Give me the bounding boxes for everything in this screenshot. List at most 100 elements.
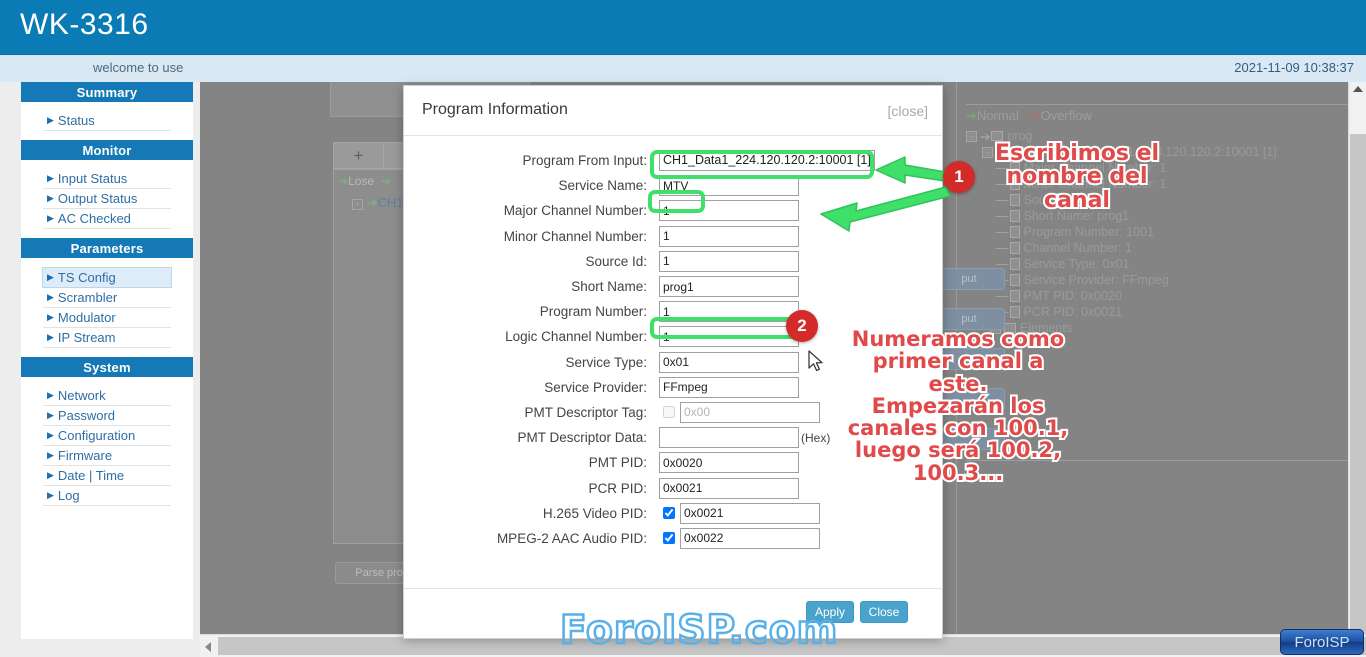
document-icon bbox=[1009, 242, 1020, 254]
sidebar-item-input-status[interactable]: ▶ Input Status bbox=[43, 169, 171, 189]
tree-item[interactable]: — Program Number: 1001 bbox=[996, 224, 1277, 240]
close-button[interactable]: Close bbox=[860, 601, 908, 623]
checkbox-pmt-descriptor-tag[interactable] bbox=[663, 406, 675, 419]
sidebar-item-ac-checked[interactable]: ▶ AC Checked bbox=[43, 209, 171, 229]
sidebar-item-label: AC Checked bbox=[57, 211, 131, 226]
sidebar-item-label: Date | Time bbox=[57, 468, 125, 483]
output-button-4[interactable] bbox=[933, 388, 1005, 410]
annotation-badge-2: 2 bbox=[786, 310, 818, 342]
document-icon bbox=[1009, 226, 1020, 238]
document-icon bbox=[1009, 306, 1020, 318]
form-row-logic-channel-number: Logic Channel Number: bbox=[404, 324, 942, 349]
output-program-tree: - ➔ prog -1: Service01 CH1_Data1_224.120.12… bbox=[966, 128, 1277, 336]
field-input-pcr-pid[interactable] bbox=[659, 477, 799, 499]
form-row-short-name: Short Name: bbox=[404, 274, 942, 299]
document-icon bbox=[1009, 178, 1020, 190]
field-input-h-265-video-pid[interactable] bbox=[680, 502, 820, 524]
sidebar-item-log[interactable]: ▶ Log bbox=[43, 486, 171, 506]
field-input-minor-channel-number[interactable] bbox=[659, 225, 799, 247]
form-row-minor-channel-number: Minor Channel Number: bbox=[404, 224, 942, 249]
tree-item[interactable]: — Source Id: 1 bbox=[996, 192, 1277, 208]
field-label-program-from-input: Program From Input: bbox=[522, 153, 647, 169]
tree-item[interactable]: — Short Name: prog1 bbox=[996, 208, 1277, 224]
scroll-up-arrow-icon[interactable] bbox=[1353, 86, 1363, 92]
document-icon bbox=[1009, 210, 1020, 222]
checkbox-h-265-video-pid[interactable] bbox=[663, 507, 675, 520]
output-button-5[interactable] bbox=[933, 428, 1005, 450]
form-row-pmt-pid: PMT PID: bbox=[404, 450, 942, 475]
tree-item[interactable]: — Major Channel Number: 1 bbox=[996, 160, 1277, 176]
tree-item[interactable]: — Minor Channel Number: 1 bbox=[996, 176, 1277, 192]
sidebar-item-label: IP Stream bbox=[57, 330, 116, 345]
vertical-scrollbar[interactable] bbox=[1348, 82, 1366, 634]
field-input-service-provider[interactable] bbox=[659, 376, 799, 398]
dialog-header: Program Information [close] bbox=[404, 86, 942, 136]
field-label-service-provider: Service Provider: bbox=[544, 379, 647, 395]
sidebar-section-system: System bbox=[21, 357, 193, 377]
form-row-major-channel-number: Major Channel Number: bbox=[404, 198, 942, 223]
sidebar-item-label: Modulator bbox=[57, 310, 116, 325]
expand-icon[interactable]: - bbox=[982, 146, 993, 158]
tree-item[interactable]: — Channel Number: 1 bbox=[996, 240, 1277, 256]
sidebar-item-password[interactable]: ▶ Password bbox=[43, 406, 171, 426]
checkbox-mpeg-2-aac-audio-pid[interactable] bbox=[663, 532, 675, 545]
field-input-major-channel-number[interactable] bbox=[659, 200, 799, 222]
tree-item[interactable]: —PCR PID: 0x0021 bbox=[996, 304, 1277, 320]
chevron-right-icon: ▶ bbox=[47, 332, 54, 342]
datetime-text: 2021-11-09 10:38:37 bbox=[1234, 60, 1354, 75]
field-input-pmt-pid[interactable] bbox=[659, 452, 799, 474]
chevron-right-icon: ▶ bbox=[47, 430, 54, 440]
add-program-icon[interactable]: + bbox=[334, 143, 384, 168]
sidebar-item-ip-stream[interactable]: ▶ IP Stream bbox=[43, 328, 171, 348]
sidebar-item-scrambler[interactable]: ▶ Scrambler bbox=[43, 288, 171, 308]
sidebar-item-status[interactable]: ▶ Status bbox=[43, 111, 171, 131]
vertical-scroll-thumb[interactable] bbox=[1350, 134, 1366, 634]
annotation-badge-1: 1 bbox=[943, 161, 975, 193]
tree-item[interactable]: — PMT PID: 0x0020 bbox=[996, 288, 1277, 304]
tree-item-label: Short Name: prog1 bbox=[1023, 209, 1130, 223]
chevron-right-icon: ▶ bbox=[47, 213, 54, 223]
field-input-mpeg-2-aac-audio-pid[interactable] bbox=[680, 527, 820, 549]
tree-item[interactable]: — Service Type: 0x01 bbox=[996, 256, 1277, 272]
output-button-1[interactable]: put bbox=[933, 268, 1005, 290]
folder-icon bbox=[1004, 323, 1016, 333]
output-button-3[interactable] bbox=[933, 348, 1005, 370]
tree-elements-node[interactable]: +Elements bbox=[990, 320, 1277, 336]
sidebar-item-network[interactable]: ▶ Network bbox=[43, 386, 171, 406]
sidebar-item-ts-config[interactable]: ▶ TS Config bbox=[42, 267, 172, 288]
field-input-short-name[interactable] bbox=[659, 276, 799, 298]
sidebar-item-output-status[interactable]: ▶ Output Status bbox=[43, 189, 171, 209]
sidebar-item-modulator[interactable]: ▶ Modulator bbox=[43, 308, 171, 328]
scroll-left-arrow-icon[interactable] bbox=[205, 642, 211, 652]
tree-elements-label: Elements bbox=[1020, 321, 1073, 335]
tree-channel-node[interactable]: -1: Service01 CH1_Data1_224.120.120.2:10… bbox=[982, 144, 1277, 160]
field-label-mpeg-2-aac-audio-pid: MPEG-2 AAC Audio PID: bbox=[496, 530, 647, 546]
sidebar-item-configuration[interactable]: ▶ Configuration bbox=[43, 426, 171, 446]
field-input-source-id[interactable] bbox=[659, 250, 799, 272]
field-input-service-name[interactable] bbox=[659, 175, 799, 197]
content-foot-rule bbox=[966, 460, 1348, 461]
field-group-pmt-descriptor-tag bbox=[659, 401, 820, 423]
output-button-2[interactable]: put bbox=[933, 308, 1005, 330]
welcome-strip: welcome to use 2021-11-09 10:38:37 bbox=[0, 54, 1366, 82]
field-input-pmt-descriptor-data[interactable] bbox=[659, 427, 799, 449]
output-legend: ➔Normal ➔Overflow bbox=[966, 108, 1092, 123]
field-input-pmt-descriptor-tag[interactable] bbox=[680, 401, 820, 423]
dialog-close-link[interactable]: [close] bbox=[888, 103, 928, 119]
tree-root-node[interactable]: - ➔ prog bbox=[966, 128, 1277, 144]
field-input-service-type[interactable] bbox=[659, 351, 799, 373]
expand-icon[interactable]: - bbox=[966, 130, 977, 142]
sidebar-item-date-time[interactable]: ▶ Date | Time bbox=[43, 466, 171, 486]
tree-item[interactable]: —Service Provider: FFmpeg bbox=[996, 272, 1277, 288]
field-input-logic-channel-number[interactable] bbox=[659, 326, 799, 348]
field-value-program-from-input[interactable]: CH1_Data1_224.120.120.2:10001 [1] bbox=[659, 150, 875, 172]
form-row-pcr-pid: PCR PID: bbox=[404, 475, 942, 500]
sidebar-item-firmware[interactable]: ▶ Firmware bbox=[43, 446, 171, 466]
tree-item-label: Major Channel Number: 1 bbox=[1023, 161, 1167, 175]
form-row-service-type: Service Type: bbox=[404, 350, 942, 375]
chevron-right-icon: ▶ bbox=[47, 390, 54, 400]
field-input-program-number[interactable] bbox=[659, 301, 799, 323]
